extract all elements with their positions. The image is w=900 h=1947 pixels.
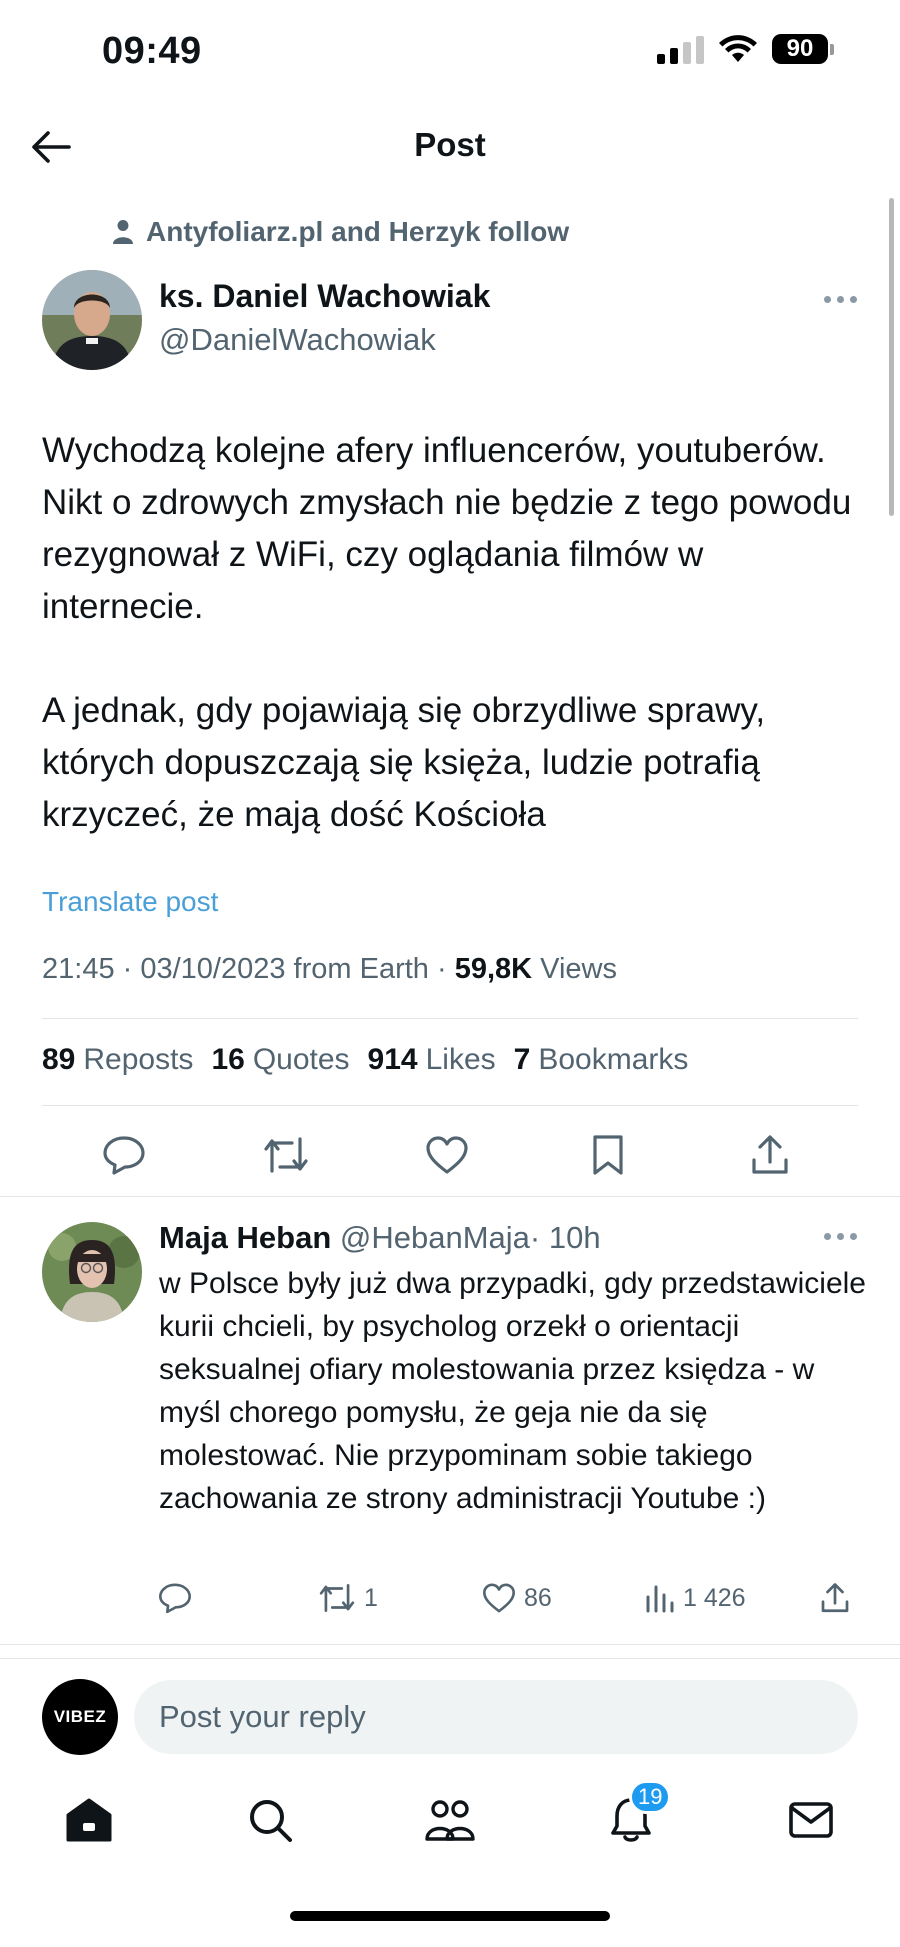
bookmark-icon: [593, 1135, 623, 1175]
divider: [42, 1105, 858, 1106]
reply-author-avatar[interactable]: [42, 1222, 142, 1322]
repost-icon: [319, 1583, 355, 1613]
post-timestamp: 21:45 · 03/10/2023 from Earth ·: [42, 953, 455, 985]
bookmark-button[interactable]: [583, 1130, 633, 1180]
divider: [42, 1018, 858, 1019]
reply-author-name[interactable]: Maja Heban: [159, 1220, 331, 1255]
repost-icon: [264, 1137, 308, 1173]
post-action-bar: [0, 1130, 900, 1180]
post-more-options-icon[interactable]: [824, 296, 857, 303]
divider: [0, 1644, 900, 1645]
reply-views-button[interactable]: 1 426: [645, 1578, 746, 1618]
reply-share-button[interactable]: [820, 1578, 850, 1618]
tab-communities[interactable]: [420, 1790, 480, 1850]
battery-level: 90: [772, 34, 828, 64]
reposts-stat[interactable]: 89 Reposts: [42, 1043, 193, 1077]
reply-action-bar: 1 86 1 426: [0, 1578, 900, 1618]
share-icon: [752, 1135, 788, 1174]
share-button[interactable]: [745, 1130, 795, 1180]
reply-repost-button[interactable]: 1: [318, 1578, 378, 1618]
views-chart-icon: [646, 1585, 674, 1613]
tab-notifications[interactable]: 19: [601, 1780, 672, 1850]
views-count: 59,8K: [454, 953, 533, 985]
author-avatar[interactable]: [42, 270, 142, 370]
views-label: Views: [540, 953, 617, 985]
reply-views-count: 1 426: [683, 1583, 746, 1612]
cellular-signal-icon: [657, 34, 704, 64]
reply-author-handle[interactable]: @HebanMaja: [340, 1220, 530, 1255]
tab-home[interactable]: [59, 1790, 119, 1850]
share-icon: [821, 1583, 849, 1613]
tab-messages[interactable]: [781, 1790, 841, 1850]
like-button[interactable]: [422, 1130, 472, 1180]
heart-icon: [483, 1583, 515, 1613]
divider: [0, 1196, 900, 1197]
reply-like-button[interactable]: 86: [482, 1578, 552, 1618]
post-text: Wychodzą kolejne afery influencerów, you…: [42, 425, 862, 841]
quotes-stat[interactable]: 16 Quotes: [211, 1043, 349, 1077]
status-time: 09:49: [102, 30, 202, 72]
reply-input[interactable]: [134, 1680, 858, 1754]
heart-icon: [426, 1136, 468, 1174]
person-icon: [113, 220, 133, 244]
social-context[interactable]: Antyfoliarz.pl and Herzyk follow: [112, 216, 569, 248]
reply-like-count: 86: [524, 1583, 552, 1612]
reply-more-options-icon[interactable]: [824, 1233, 857, 1240]
author-handle[interactable]: @DanielWachowiak: [159, 322, 436, 358]
tab-search[interactable]: [240, 1790, 300, 1850]
post-stats: 89 Reposts 16 Quotes 914 Likes 7 Bookmarks: [42, 1043, 688, 1077]
scrollbar[interactable]: [889, 198, 894, 516]
reply-icon: [103, 1136, 145, 1175]
reply-icon: [159, 1583, 191, 1614]
reply-header: Maja Heban @HebanMaja· 10h: [159, 1220, 601, 1256]
battery-icon: 90: [772, 34, 834, 64]
status-bar: 09:49 90: [0, 0, 900, 110]
post-meta: 21:45 · 03/10/2023 from Earth · 59,8K Vi…: [42, 953, 617, 986]
bookmarks-stat[interactable]: 7 Bookmarks: [514, 1043, 689, 1077]
home-icon: [66, 1798, 112, 1842]
page-title: Post: [414, 126, 486, 163]
divider: [0, 1658, 900, 1659]
bottom-tab-bar: 19: [0, 1780, 900, 1860]
reply-time: · 10h: [529, 1220, 601, 1255]
post-paragraph: Wychodzą kolejne afery influencerów, you…: [42, 431, 852, 626]
post-paragraph: A jednak, gdy pojawiają się obrzydliwe s…: [42, 691, 766, 834]
status-icons: 90: [657, 34, 834, 64]
user-avatar[interactable]: VIBEZ: [42, 1679, 118, 1755]
home-indicator[interactable]: [290, 1911, 610, 1921]
reply-button[interactable]: [99, 1130, 149, 1180]
wifi-icon: [719, 35, 757, 62]
reply-reply-button[interactable]: [158, 1578, 192, 1618]
top-header: Post: [0, 110, 900, 180]
search-icon: [250, 1800, 292, 1842]
repost-button[interactable]: [261, 1130, 311, 1180]
mail-icon: [789, 1802, 833, 1838]
social-context-text: Antyfoliarz.pl and Herzyk follow: [146, 216, 570, 247]
likes-stat[interactable]: 914 Likes: [368, 1043, 496, 1077]
reply-text: w Polsce były już dwa przypadki, gdy prz…: [159, 1267, 866, 1515]
reply-repost-count: 1: [364, 1583, 378, 1612]
translate-post-link[interactable]: Translate post: [42, 886, 218, 918]
notifications-badge: 19: [629, 1780, 672, 1814]
author-name[interactable]: ks. Daniel Wachowiak: [159, 278, 490, 315]
communities-icon: [425, 1800, 475, 1841]
